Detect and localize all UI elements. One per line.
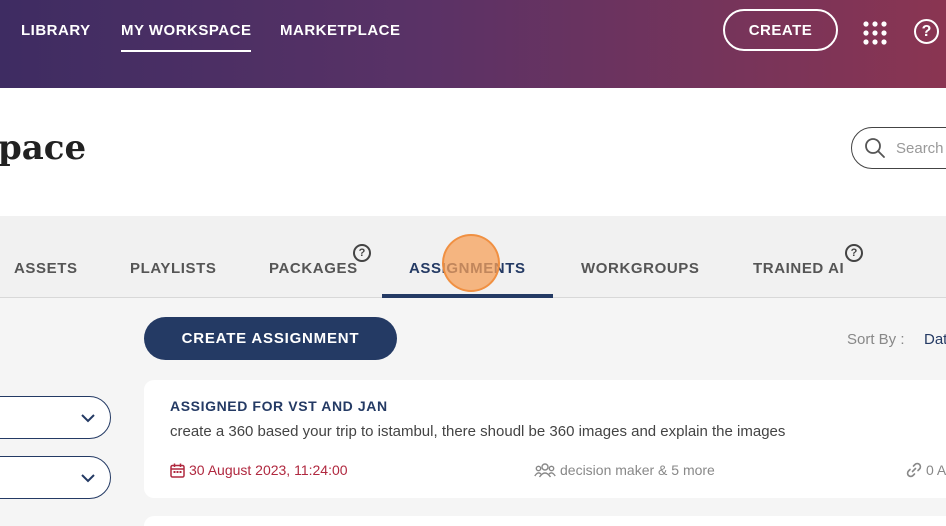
top-navbar: LIBRARY MY WORKSPACE MARKETPLACE CREATE …: [0, 0, 946, 88]
sort-dropdown[interactable]: Dat: [924, 331, 946, 348]
assignment-links: 0 A: [906, 462, 946, 478]
assignment-card[interactable]: ASSIGNED FOR VST AND JAN create a 360 ba…: [144, 380, 946, 498]
assignment-group: decision maker & 5 more: [534, 462, 715, 478]
filter-select-1[interactable]: [0, 396, 111, 439]
trained-ai-help-icon[interactable]: ?: [845, 244, 863, 262]
assignment-group-text: decision maker & 5 more: [560, 462, 715, 478]
page-title: pace: [0, 128, 87, 168]
search-input[interactable]: Search: [851, 127, 946, 169]
tab-playlists[interactable]: PLAYLISTS: [130, 260, 217, 277]
click-indicator: [442, 234, 500, 292]
calendar-icon: [170, 463, 185, 478]
workspace-header: pace Search: [0, 88, 946, 216]
tab-assets[interactable]: ASSETS: [14, 260, 78, 277]
nav-active-underline: [121, 50, 252, 52]
chevron-down-icon: [81, 474, 95, 483]
assignment-links-text: 0 A: [926, 462, 946, 478]
assignment-date: 30 August 2023, 11:24:00: [170, 462, 348, 478]
packages-help-icon[interactable]: ?: [353, 244, 371, 262]
search-icon: [865, 138, 885, 158]
filter-select-2[interactable]: [0, 456, 111, 499]
nav-library[interactable]: LIBRARY: [21, 22, 91, 39]
users-group-icon: [534, 462, 556, 477]
help-icon[interactable]: ?: [914, 19, 939, 44]
link-icon: [906, 462, 922, 478]
create-assignment-button[interactable]: CREATE ASSIGNMENT: [144, 317, 397, 360]
tab-workgroups[interactable]: WORKGROUPS: [581, 260, 700, 277]
chevron-down-icon: [81, 414, 95, 423]
create-button[interactable]: CREATE: [723, 9, 838, 51]
nav-my-workspace[interactable]: MY WORKSPACE: [121, 22, 252, 52]
assignment-title: ASSIGNED FOR VST AND JAN: [170, 398, 388, 414]
assignment-date-text: 30 August 2023, 11:24:00: [189, 462, 348, 478]
search-placeholder: Search: [896, 140, 944, 157]
nav-my-workspace-label: MY WORKSPACE: [121, 22, 252, 39]
sort-label: Sort By :: [847, 331, 905, 348]
nav-marketplace[interactable]: MARKETPLACE: [280, 22, 401, 39]
tab-packages[interactable]: PACKAGES: [269, 260, 358, 277]
assignment-card-next[interactable]: [144, 516, 946, 526]
active-tab-underline: [382, 294, 553, 298]
apps-grid-icon[interactable]: [862, 20, 888, 46]
assignment-description: create a 360 based your trip to istambul…: [170, 423, 786, 440]
tab-trained-ai[interactable]: TRAINED AI: [753, 260, 844, 277]
